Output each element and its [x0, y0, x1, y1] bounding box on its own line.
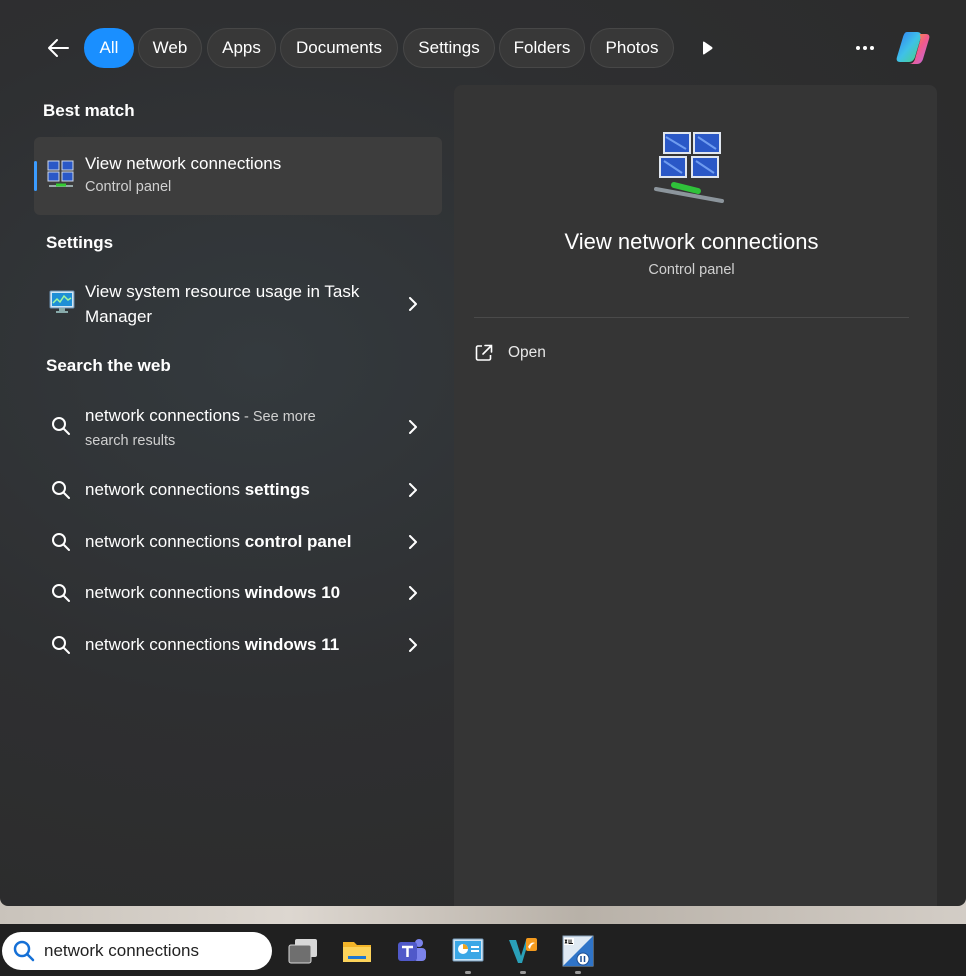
tab-apps[interactable]: Apps: [207, 28, 276, 68]
search-web-heading: Search the web: [46, 356, 171, 375]
more-filters-button[interactable]: [690, 30, 724, 66]
chevron-right-icon: [409, 297, 417, 311]
detail-title: View network connections: [564, 229, 819, 254]
copilot-button[interactable]: [893, 28, 933, 68]
web-result-settings[interactable]: network connections settings: [34, 468, 442, 512]
running-indicator: [520, 971, 526, 974]
arrow-left-icon: [48, 39, 69, 57]
detail-subtitle: Control panel: [648, 262, 735, 278]
tab-all[interactable]: All: [84, 28, 134, 68]
tab-documents[interactable]: Documents: [280, 28, 398, 68]
divider: [474, 317, 909, 318]
running-indicator: [575, 971, 581, 974]
detail-pane: View network connections Control panel O…: [454, 85, 937, 906]
tab-web[interactable]: Web: [138, 28, 202, 68]
settings-result-line1: View system resource usage in Task: [85, 282, 360, 301]
chevron-right-icon: [409, 420, 417, 434]
chevron-right-icon: [409, 638, 417, 652]
web-result-control-panel[interactable]: network connections control panel: [34, 520, 442, 564]
web-result-see-more[interactable]: network connections - See more search re…: [34, 394, 442, 460]
search-icon: [13, 940, 35, 962]
web-result-text: network connections settings: [85, 480, 310, 499]
search-icon: [52, 417, 70, 435]
x64-app-icon[interactable]: [561, 934, 595, 968]
search-icon: [52, 533, 70, 551]
control-panel-icon[interactable]: [451, 934, 485, 968]
tab-folders[interactable]: Folders: [499, 28, 585, 68]
chevron-right-icon: [409, 535, 417, 549]
chevron-right-icon: [409, 586, 417, 600]
task-manager-icon: [49, 290, 75, 313]
network-connections-icon: [654, 132, 724, 203]
copilot-icon: [896, 32, 930, 64]
taskbar-search-box[interactable]: network connections: [2, 932, 272, 970]
settings-result-task-manager[interactable]: View system resource usage in Task Manag…: [34, 272, 442, 336]
taskbar-search-input[interactable]: network connections: [44, 941, 199, 961]
selection-indicator: [34, 161, 37, 191]
search-icon: [52, 584, 70, 602]
play-icon: [703, 41, 713, 55]
search-icon: [52, 636, 70, 654]
web-result-text: network connections control panel: [85, 532, 352, 551]
open-button[interactable]: Open: [474, 335, 674, 371]
open-label: Open: [508, 344, 546, 361]
vs-app-icon[interactable]: [506, 934, 540, 968]
tab-photos[interactable]: Photos: [590, 28, 674, 68]
more-options-button[interactable]: [848, 30, 882, 66]
settings-heading: Settings: [46, 233, 114, 252]
network-connections-icon: [47, 160, 74, 187]
best-match-title: View network connections: [85, 154, 282, 173]
tab-settings[interactable]: Settings: [403, 28, 495, 68]
web-result-text: network connections - See more: [85, 406, 316, 425]
web-result-text: network connections windows 10: [85, 583, 341, 602]
settings-result-line2: Manager: [85, 307, 153, 326]
taskbar: network connections: [0, 924, 966, 976]
teams-icon[interactable]: [395, 934, 429, 968]
best-match-result[interactable]: View network connections Control panel: [34, 137, 442, 215]
ellipsis-icon: [856, 46, 874, 50]
web-result-text: network connections windows 11: [85, 635, 340, 654]
file-explorer-icon[interactable]: [340, 934, 374, 968]
web-result-line2: search results: [85, 433, 176, 449]
back-button[interactable]: [40, 30, 76, 66]
web-result-windows-11[interactable]: network connections windows 11: [34, 623, 442, 667]
running-indicator: [465, 971, 471, 974]
chevron-right-icon: [409, 483, 417, 497]
search-panel: All Web Apps Documents Settings Folders …: [0, 0, 966, 906]
task-view-icon[interactable]: [286, 934, 320, 968]
best-match-subtitle: Control panel: [85, 179, 172, 195]
search-icon: [52, 481, 70, 499]
web-result-windows-10[interactable]: network connections windows 10: [34, 571, 442, 615]
open-external-icon: [475, 344, 493, 361]
best-match-heading: Best match: [43, 101, 135, 120]
